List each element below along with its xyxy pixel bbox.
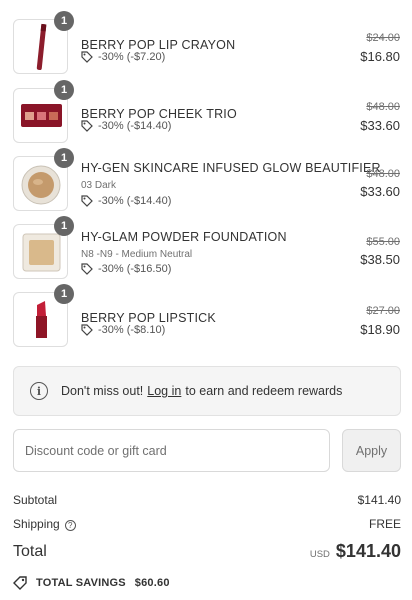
line-item: 1 BERRY POP LIP CRAYON -30% (-$7.20) $24…	[0, 11, 412, 87]
currency-code: USD	[309, 549, 330, 560]
savings-value: $60.60	[134, 577, 170, 589]
rewards-suffix: to earn and redeem rewards	[185, 384, 343, 398]
quantity-badge: 1	[54, 216, 74, 236]
help-icon[interactable]: ?	[64, 520, 76, 531]
item-discount: -30% (-$16.50)	[81, 263, 171, 275]
item-name: HY-GEN SKINCARE INFUSED GLOW BEAUTIFIER	[81, 161, 381, 175]
item-discount-text: -30% (-$16.50)	[98, 263, 172, 275]
tag-icon	[81, 324, 93, 336]
item-price: $33.60	[360, 184, 400, 199]
total-amount: USD $141.40	[310, 541, 401, 562]
total-row: Total USD $141.40	[13, 541, 401, 567]
rewards-banner: i Don't miss out! Log in to earn and red…	[13, 366, 401, 416]
line-item: 1 BERRY POP CHEEK TRIO -30% (-$14.40) $4…	[0, 80, 412, 156]
info-icon: i	[30, 382, 48, 400]
tag-icon	[81, 263, 93, 275]
item-discount: -30% (-$8.10)	[81, 324, 165, 336]
line-item: 1 BERRY POP LIPSTICK -30% (-$8.10) $27.0…	[0, 284, 412, 360]
tag-icon	[81, 195, 93, 207]
item-variant: N8 -N9 - Medium Neutral	[81, 249, 193, 260]
apply-button[interactable]: Apply	[342, 429, 401, 472]
quantity-badge: 1	[54, 11, 74, 31]
item-original-price: $24.00	[366, 32, 400, 44]
item-discount-text: -30% (-$14.40)	[98, 195, 172, 207]
tag-icon	[13, 576, 27, 590]
item-original-price: $48.00	[366, 168, 400, 180]
subtotal-row: Subtotal $141.40	[13, 493, 401, 507]
quantity-badge: 1	[54, 80, 74, 100]
shipping-row: Shipping? FREE	[13, 517, 401, 531]
tag-icon	[81, 51, 93, 63]
item-original-price: $48.00	[366, 101, 400, 113]
item-discount-text: -30% (-$14.40)	[98, 120, 172, 132]
item-price: $18.90	[360, 322, 400, 337]
total-value: $141.40	[335, 541, 401, 561]
item-original-price: $27.00	[366, 305, 400, 317]
item-price: $33.60	[360, 118, 400, 133]
item-price: $38.50	[360, 252, 400, 267]
item-discount: -30% (-$7.20)	[81, 51, 165, 63]
line-item: 1 HY-GLAM POWDER FOUNDATION N8 -N9 - Med…	[0, 216, 412, 292]
subtotal-label: Subtotal	[13, 493, 58, 507]
item-discount-text: -30% (-$7.20)	[98, 51, 166, 63]
item-discount: -30% (-$14.40)	[81, 120, 171, 132]
total-savings: TOTAL SAVINGS $60.60	[13, 576, 170, 590]
rewards-prefix: Don't miss out!	[61, 384, 144, 398]
item-variant: 03 Dark	[81, 180, 117, 191]
item-name: BERRY POP CHEEK TRIO	[81, 107, 237, 121]
shipping-label: Shipping	[13, 517, 60, 531]
tag-icon	[81, 120, 93, 132]
line-item: 1 HY-GEN SKINCARE INFUSED GLOW BEAUTIFIE…	[0, 148, 412, 224]
item-original-price: $55.00	[366, 236, 400, 248]
item-discount-text: -30% (-$8.10)	[98, 324, 166, 336]
quantity-badge: 1	[54, 148, 74, 168]
item-name: BERRY POP LIPSTICK	[81, 311, 216, 325]
item-name: HY-GLAM POWDER FOUNDATION	[81, 230, 287, 244]
item-discount: -30% (-$14.40)	[81, 195, 171, 207]
discount-code-input[interactable]	[13, 429, 330, 472]
total-label: Total	[13, 543, 47, 560]
item-price: $16.80	[360, 49, 400, 64]
quantity-badge: 1	[54, 284, 74, 304]
shipping-value: FREE	[368, 517, 401, 531]
subtotal-value: $141.40	[357, 493, 401, 507]
item-name: BERRY POP LIP CRAYON	[81, 38, 236, 52]
login-link[interactable]: Log in	[147, 384, 181, 398]
savings-label: TOTAL SAVINGS	[36, 577, 126, 589]
